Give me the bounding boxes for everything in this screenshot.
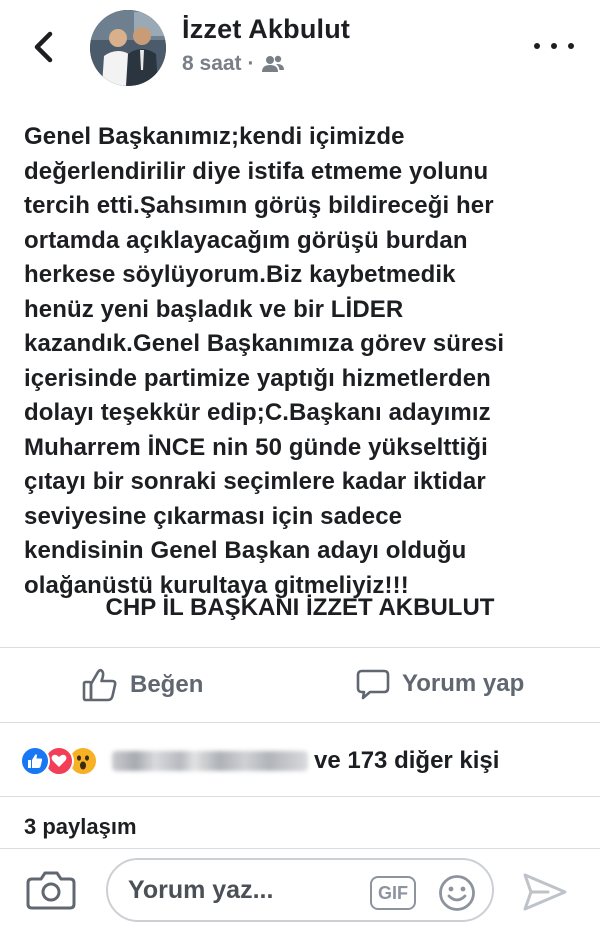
like-label: Beğen [130,671,204,698]
post-meta: 8 saat · [182,52,285,76]
author-avatar[interactable] [90,10,166,86]
more-dot-icon [551,43,557,49]
post-header: İzzet Akbulut 8 saat · [0,0,600,100]
send-arrow-icon [523,873,567,911]
camera-button[interactable] [26,870,76,915]
shares-count[interactable]: 3 paylaşım [24,814,137,840]
friends-icon [261,55,284,72]
post-actions: Beğen Yorum yap [0,648,600,722]
comment-input[interactable]: Yorum yaz... GIF [106,858,494,922]
author-name[interactable]: İzzet Akbulut [182,14,350,45]
divider [0,796,600,797]
comment-bubble-icon [356,669,390,700]
comment-placeholder: Yorum yaz... [128,876,274,904]
emoji-button[interactable] [438,874,476,917]
more-options-button[interactable] [534,36,574,56]
like-reaction-icon [20,746,50,776]
blurred-reactor-names [112,751,308,771]
comment-composer: Yorum yaz... GIF [0,848,600,934]
back-button[interactable] [28,30,60,64]
more-dot-icon [568,43,574,49]
back-arrow-icon [34,31,53,63]
thumbs-up-icon [82,668,117,702]
comment-button[interactable]: Yorum yap [356,668,524,700]
smiley-icon [439,875,475,911]
post-time[interactable]: 8 saat [182,52,242,76]
like-button[interactable]: Beğen [82,668,203,702]
divider [0,722,600,723]
comment-label: Yorum yap [402,670,525,697]
meta-separator: · [247,52,255,75]
reactions-summary[interactable]: ve 173 diğer kişi [20,738,580,784]
gif-label: GIF [378,882,408,903]
camera-icon [26,871,76,910]
post-body: Genel Başkanımız;kendi içimizde değerlen… [24,120,580,603]
more-dot-icon [534,43,540,49]
reactions-count: ve 173 diğer kişi [314,747,500,774]
post-text: Genel Başkanımız;kendi içimizde değerlen… [24,123,505,599]
gif-button[interactable]: GIF [370,876,416,910]
send-button[interactable] [522,872,568,917]
post-signature: CHP İL BAŞKANI İZZET AKBULUT [105,594,495,621]
